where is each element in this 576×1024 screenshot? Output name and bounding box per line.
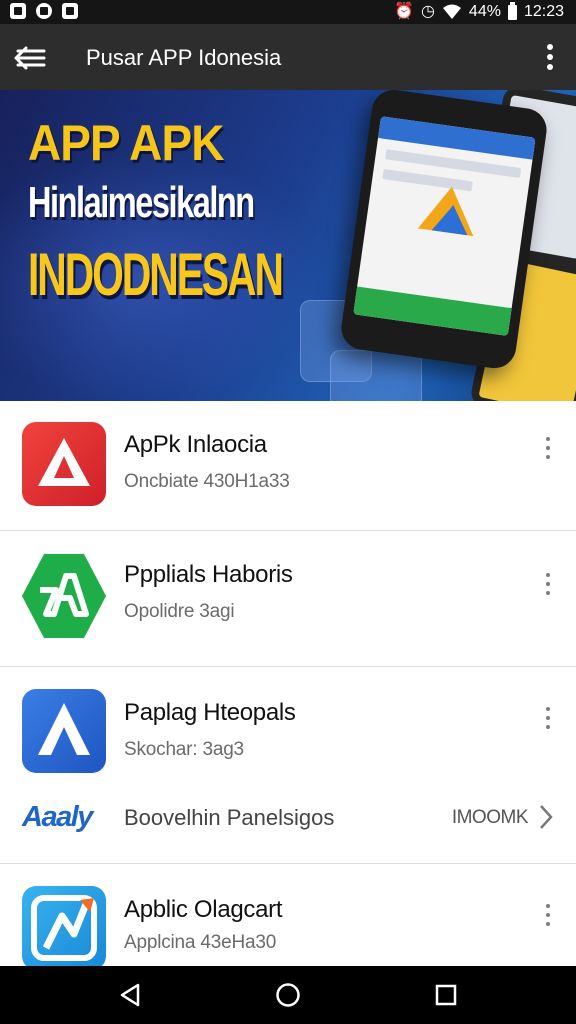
menu-back-icon — [14, 46, 46, 70]
blue-a-app-icon — [22, 689, 106, 773]
notification-lock-icon — [62, 3, 78, 19]
promo-banner[interactable]: APP APK Hinlaimesikalnn INDODNESAN — [0, 90, 576, 401]
red-a-app-icon — [22, 422, 106, 506]
item-more-button[interactable] — [540, 707, 556, 737]
chevron-right-icon[interactable] — [536, 803, 556, 831]
banner-tagline: INDODNESAN — [28, 241, 284, 308]
clock-icon: ◷ — [420, 3, 435, 20]
status-bar: ⏰ ◷ 44% 12:23 — [0, 0, 576, 24]
banner-subheadline: Hinlaimesikalnn — [28, 178, 255, 227]
system-indicators: ⏰ ◷ 44% 12:23 — [394, 2, 564, 22]
nav-back-button[interactable] — [114, 980, 146, 1010]
overflow-menu-button[interactable] — [538, 40, 562, 74]
alarm-icon: ⏰ — [394, 3, 414, 20]
app-bar: Pusar APP Idonesia — [0, 24, 576, 90]
battery-percent: 44% — [468, 3, 501, 20]
green-a-app-icon — [22, 554, 106, 638]
list-item[interactable]: Apblic Olagcart Applcina 43eHa30 — [0, 864, 576, 966]
nav-recents-button[interactable] — [430, 980, 462, 1010]
banner-phone-main — [338, 90, 550, 371]
promo-logo: Aaaly — [22, 801, 93, 833]
app-name: Paplag Hteopals — [124, 699, 296, 726]
item-more-button[interactable] — [540, 904, 556, 934]
notification-app-icon — [10, 3, 26, 19]
page-title: Pusar APP Idonesia — [86, 45, 282, 70]
promo-text: Boovelhin Panelsigos — [124, 805, 335, 830]
wifi-icon — [442, 4, 461, 19]
app-subtitle: Opolidre 3agi — [124, 601, 235, 622]
system-nav-bar — [0, 966, 576, 1024]
app-name: ApPk Inlaocia — [124, 431, 267, 458]
list-item[interactable]: Ppplials Haboris Opolidre 3agi — [0, 531, 576, 667]
notification-icons — [10, 3, 78, 19]
app-name: Ppplials Haboris — [124, 561, 293, 588]
notification-drop-icon — [36, 3, 52, 19]
back-triangle-icon — [120, 983, 140, 1007]
app-subtitle: Skochar: 3ag3 — [124, 739, 244, 760]
menu-back-button[interactable] — [10, 38, 50, 78]
recents-square-icon — [435, 984, 457, 1006]
banner-headline: APP APK — [28, 115, 224, 171]
battery-icon — [507, 2, 517, 20]
item-more-button[interactable] — [540, 437, 556, 467]
home-circle-icon — [276, 983, 300, 1007]
app-list: ApPk Inlaocia Oncbiate 430H1a33 Ppplials… — [0, 401, 576, 966]
item-more-button[interactable] — [540, 573, 556, 603]
app-subtitle: Applcina 43eHa30 — [124, 932, 277, 953]
app-name: Apblic Olagcart — [124, 896, 283, 923]
cyan-arrow-app-icon — [22, 886, 106, 966]
banner-decor-tile — [330, 350, 422, 401]
promo-action-link[interactable]: IMOOMK — [452, 807, 529, 829]
app-subtitle: Oncbiate 430H1a33 — [124, 471, 290, 492]
list-item[interactable]: ApPk Inlaocia Oncbiate 430H1a33 — [0, 401, 576, 531]
list-item[interactable]: Paplag Hteopals Skochar: 3ag3 Aaaly Boov… — [0, 667, 576, 864]
clock-time: 12:23 — [523, 3, 564, 20]
more-vert-icon — [547, 44, 553, 70]
nav-home-button[interactable] — [272, 980, 304, 1010]
